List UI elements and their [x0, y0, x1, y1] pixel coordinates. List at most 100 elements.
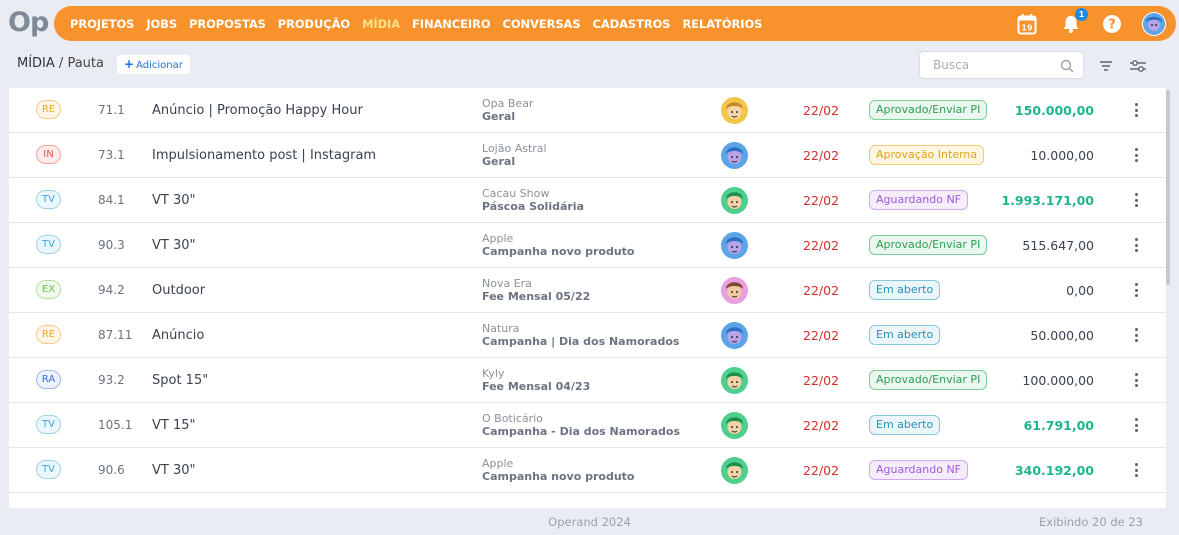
nav-item-projetos[interactable]: PROJETOS: [70, 17, 134, 31]
status-badge: Aguardando NF: [869, 190, 969, 210]
table-scrollbar[interactable]: [1166, 90, 1170, 285]
status-badge: Em aberto: [869, 325, 941, 345]
item-title[interactable]: VT 30": [152, 223, 196, 267]
media-type-badge: RE: [36, 100, 61, 119]
more-options-icon[interactable]: [1127, 281, 1145, 299]
campaign-name: Campanha | Dia dos Namorados: [482, 335, 680, 348]
item-code: 90.6: [98, 463, 125, 477]
item-value: 50.000,00: [1030, 327, 1094, 343]
media-type-badge: TV: [36, 190, 61, 209]
client-info: O Boticário Campanha - Dia dos Namorados: [482, 412, 680, 438]
client-name: Opa Bear: [482, 97, 534, 110]
media-type-badge: RE: [36, 325, 61, 344]
search-icon[interactable]: [1060, 58, 1074, 77]
search-input[interactable]: [933, 52, 1063, 78]
nav-item-propostas[interactable]: PROPOSTAS: [189, 17, 266, 31]
avatar-pink: [721, 277, 748, 304]
campaign-name: Páscoa Solidária: [482, 200, 585, 213]
client-name: O Boticário: [482, 412, 543, 425]
table-row[interactable]: TV 90.3 VT 30" Apple Campanha novo produ…: [9, 223, 1166, 268]
item-value: 340.192,00: [1014, 462, 1094, 478]
more-options-icon[interactable]: [1127, 371, 1145, 389]
client-info: Lojão Astral Geral: [482, 142, 547, 168]
client-info: Cacau Show Páscoa Solidária: [482, 187, 584, 213]
breadcrumb-media[interactable]: MÍDIA: [17, 56, 55, 71]
more-options-icon[interactable]: [1127, 461, 1145, 479]
media-type-badge: RA: [36, 370, 61, 389]
breadcrumb: MÍDIA / Pauta: [17, 56, 104, 71]
media-type-badge: TV: [36, 235, 61, 254]
client-info: Kyly Fee Mensal 04/23: [482, 367, 590, 393]
more-options-icon[interactable]: [1127, 236, 1145, 254]
campaign-name: Geral: [482, 155, 516, 168]
footer-count: Exibindo 20 de 23: [1039, 515, 1143, 529]
nav-item-conversas[interactable]: CONVERSAS: [503, 17, 581, 31]
help-icon[interactable]: ?: [1100, 12, 1124, 36]
item-value: 1.993.171,00: [1001, 192, 1094, 208]
table-row[interactable]: RE 71.1 Anúncio | Promoção Happy Hour Op…: [9, 88, 1166, 133]
nav-item-cadastros[interactable]: CADASTROS: [593, 17, 671, 31]
item-date: 22/02: [803, 417, 840, 433]
calendar-icon[interactable]: 19: [1015, 12, 1039, 36]
item-title[interactable]: Outdoor: [152, 268, 205, 312]
table-row[interactable]: EX 94.2 Outdoor Nova Era Fee Mensal 05/2…: [9, 268, 1166, 313]
client-info: Nova Era Fee Mensal 05/22: [482, 277, 590, 303]
nav-item-relatorios[interactable]: RELATÓRIOS: [682, 17, 762, 31]
table-row[interactable]: TV 84.1 VT 30" Cacau Show Páscoa Solidár…: [9, 178, 1166, 223]
nav-item-midia[interactable]: MÍDIA: [362, 17, 400, 31]
item-title[interactable]: VT 30": [152, 448, 196, 492]
table-row[interactable]: RE 87.11 Anúncio Natura Campanha | Dia d…: [9, 313, 1166, 358]
top-nav-bar: PROJETOS JOBS PROPOSTAS PRODUÇÃO MÍDIA FINANC…: [54, 6, 1176, 41]
table-row[interactable]: RA 93.2 Spot 15" Kyly Fee Mensal 04/23 2…: [9, 358, 1166, 403]
item-title[interactable]: Spot 15": [152, 358, 208, 402]
item-date: 22/02: [803, 327, 840, 343]
table-row[interactable]: IN 73.1 Impulsionamento post | Instagram…: [9, 133, 1166, 178]
item-title[interactable]: VT 15": [152, 403, 196, 447]
nav-item-producao[interactable]: PRODUÇÃO: [278, 17, 350, 31]
avatar-blue: [721, 232, 748, 259]
item-value: 61.791,00: [1023, 417, 1094, 433]
media-type-badge: TV: [36, 415, 61, 434]
table-row[interactable]: TV 90.6 VT 30" Apple Campanha novo produ…: [9, 448, 1166, 493]
item-date: 22/02: [803, 282, 840, 298]
item-value: 150.000,00: [1014, 102, 1094, 118]
item-title[interactable]: Anúncio | Promoção Happy Hour: [152, 88, 363, 132]
filter-icon[interactable]: [1098, 58, 1114, 74]
settings-sliders-icon[interactable]: [1129, 58, 1146, 74]
item-title[interactable]: Anúncio: [152, 313, 204, 357]
app-logo[interactable]: Op: [8, 6, 50, 40]
more-options-icon[interactable]: [1127, 146, 1145, 164]
item-date: 22/02: [803, 147, 840, 163]
campaign-name: Geral: [482, 110, 516, 123]
campaign-name: Fee Mensal 05/22: [482, 290, 591, 303]
item-title[interactable]: Impulsionamento post | Instagram: [152, 133, 376, 177]
item-title[interactable]: VT 30": [152, 178, 196, 222]
status-badge: Em aberto: [869, 415, 941, 435]
search-box: [919, 51, 1084, 79]
client-name: Lojão Astral: [482, 142, 547, 155]
more-options-icon[interactable]: [1127, 101, 1145, 119]
avatar-blue: [721, 142, 748, 169]
table-row[interactable]: TV 105.1 VT 15" O Boticário Campanha - D…: [9, 403, 1166, 448]
campaign-name: Campanha - Dia dos Namorados: [482, 425, 680, 438]
client-name: Kyly: [482, 367, 505, 380]
status-badge: Aguardando NF: [869, 460, 969, 480]
calendar-day: 19: [1021, 23, 1033, 32]
status-badge: Em aberto: [869, 280, 941, 300]
client-info: Apple Campanha novo produto: [482, 232, 635, 258]
user-avatar[interactable]: [1142, 11, 1166, 36]
more-options-icon[interactable]: [1127, 416, 1145, 434]
more-options-icon[interactable]: [1127, 326, 1145, 344]
avatar-blue: [721, 322, 748, 349]
notification-bell-icon[interactable]: 1: [1059, 7, 1088, 36]
item-date: 22/02: [803, 192, 840, 208]
item-value: 0,00: [1066, 282, 1094, 298]
more-options-icon[interactable]: [1127, 191, 1145, 209]
status-badge: Aprovado/Enviar PI: [869, 100, 988, 120]
status-badge: Aprovado/Enviar PI: [869, 235, 988, 255]
add-button[interactable]: + Adicionar: [117, 55, 190, 74]
nav-item-jobs[interactable]: JOBS: [146, 17, 177, 31]
item-date: 22/02: [803, 462, 840, 478]
nav-item-financeiro[interactable]: FINANCEIRO: [412, 17, 491, 31]
avatar-green: [721, 457, 748, 484]
